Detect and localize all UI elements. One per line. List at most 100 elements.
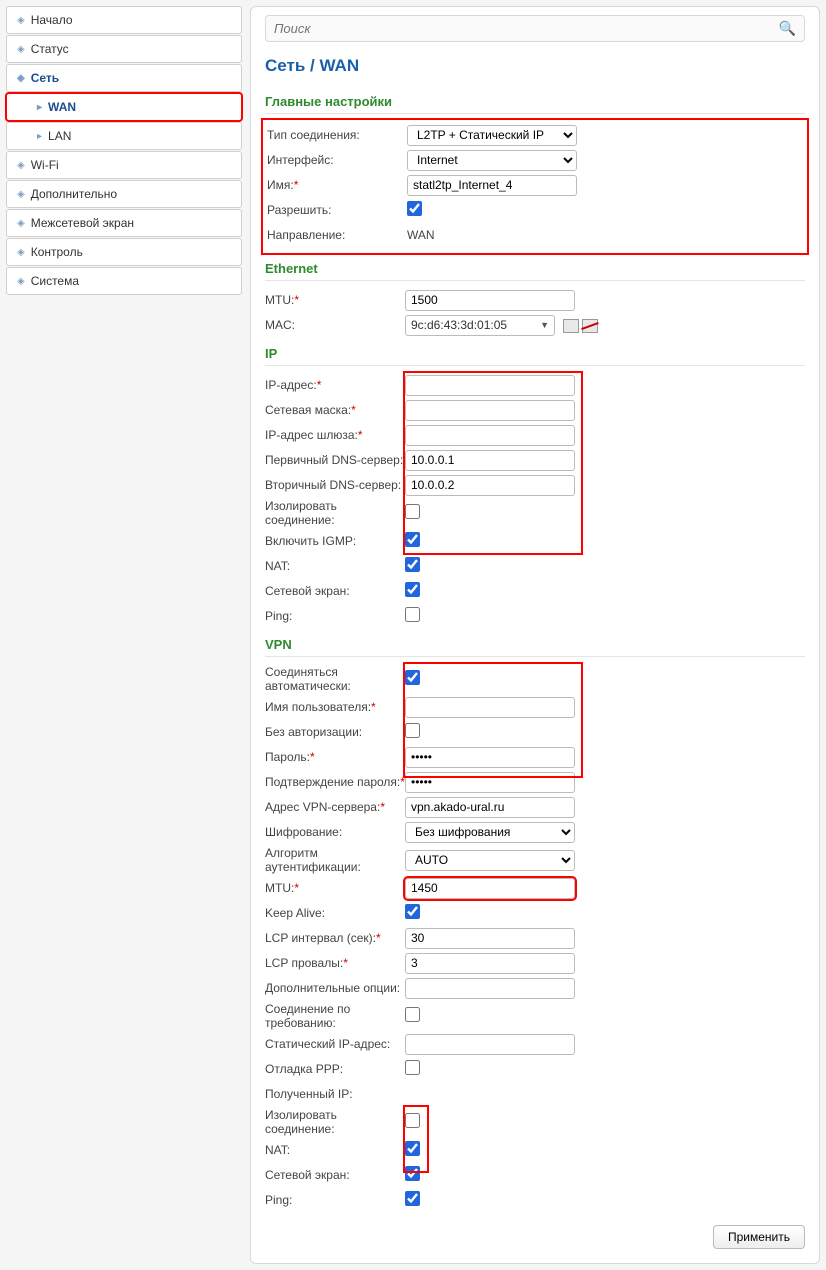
nav-label: Межсетевой экран (31, 216, 134, 230)
nav-label: WAN (48, 100, 76, 114)
vpn-auth-select[interactable]: AUTO (405, 850, 575, 871)
vpn-mtu-label: MTU:* (265, 881, 405, 895)
enable-checkbox[interactable] (407, 201, 422, 216)
iface-select[interactable]: Internet (407, 150, 577, 171)
nav-wan[interactable]: ▸WAN (6, 93, 242, 121)
iface-label: Интерфейс: (267, 153, 407, 167)
conn-type-label: Тип соединения: (267, 128, 407, 142)
nav-label: Начало (31, 13, 73, 27)
section-main: Главные настройки (265, 94, 805, 114)
vpn-auth-label: Алгоритм аутентификации: (265, 846, 405, 874)
lcp-int-label: LCP интервал (сек):* (265, 931, 405, 945)
nav-status[interactable]: ◈ Статус (6, 35, 242, 63)
dns1-input[interactable] (405, 450, 575, 471)
lcp-fail-input[interactable] (405, 953, 575, 974)
nav-firewall[interactable]: ◈ Межсетевой экран (6, 209, 242, 237)
ip-isolate-checkbox[interactable] (405, 504, 420, 519)
nav-label: Сеть (31, 71, 59, 85)
conn-type-select[interactable]: L2TP + Статический IP (407, 125, 577, 146)
ondemand-checkbox[interactable] (405, 1007, 420, 1022)
section-ethernet: Ethernet (265, 261, 805, 281)
search-input[interactable] (274, 21, 779, 36)
keepalive-label: Keep Alive: (265, 906, 405, 920)
ip-fw-checkbox[interactable] (405, 582, 420, 597)
search-icon[interactable]: 🔍 (779, 20, 796, 37)
igmp-label: Включить IGMP: (265, 534, 405, 548)
vpn-fw-label: Сетевой экран: (265, 1168, 405, 1182)
direction-value: WAN (407, 228, 435, 242)
keepalive-checkbox[interactable] (405, 904, 420, 919)
vpn-auto-checkbox[interactable] (405, 670, 420, 685)
name-input[interactable] (407, 175, 577, 196)
mac-select[interactable]: 9c:d6:43:3d:01:05▼ (405, 315, 555, 336)
search-box: 🔍 (265, 15, 805, 42)
nav-label: Контроль (31, 245, 83, 259)
nav-label: Wi-Fi (31, 158, 59, 172)
extra-input[interactable] (405, 978, 575, 999)
chevron-right-icon: ▸ (37, 131, 42, 142)
breadcrumb: Сеть / WAN (265, 56, 805, 76)
main-panel: 🔍 Сеть / WAN Главные настройки Тип соеди… (250, 6, 820, 1264)
nav-label: Статус (31, 42, 69, 56)
nav-lan[interactable]: ▸ LAN (6, 122, 242, 150)
chevron-icon: ◈ (17, 218, 25, 229)
ip-gw-input[interactable] (405, 425, 575, 446)
lcp-int-input[interactable] (405, 928, 575, 949)
vpn-user-input[interactable] (405, 697, 575, 718)
vpn-pass2-label: Подтверждение пароля:* (265, 775, 405, 789)
ip-gw-label: IP-адрес шлюза:* (265, 428, 405, 442)
nav-label: LAN (48, 129, 71, 143)
vpn-fw-checkbox[interactable] (405, 1166, 420, 1181)
section-ip: IP (265, 346, 805, 366)
ip-mask-label: Сетевая маска:* (265, 403, 405, 417)
ip-ping-label: Ping: (265, 609, 405, 623)
ip-nat-checkbox[interactable] (405, 557, 420, 572)
ondemand-label: Соединение по требованию: (265, 1002, 405, 1030)
nav-label: Дополнительно (31, 187, 117, 201)
dns2-label: Вторичный DNS-сервер: (265, 478, 405, 492)
chevron-icon: ◈ (17, 15, 25, 26)
ip-ping-checkbox[interactable] (405, 607, 420, 622)
nav-control[interactable]: ◈Контроль (6, 238, 242, 266)
name-label: Имя:* (267, 178, 407, 192)
vpn-pass2-input[interactable] (405, 772, 575, 793)
nav-system[interactable]: ◈ Система (6, 267, 242, 295)
ppp-debug-checkbox[interactable] (405, 1060, 420, 1075)
apply-button[interactable]: Применить (713, 1225, 805, 1249)
ppp-debug-label: Отладка PPP: (265, 1062, 405, 1076)
vpn-noauth-label: Без авторизации: (265, 725, 405, 739)
nav-wifi[interactable]: ◈Wi-Fi (6, 151, 242, 179)
chevron-icon: ◈ (17, 44, 25, 55)
vpn-ping-checkbox[interactable] (405, 1191, 420, 1206)
chevron-icon: ◈ (17, 73, 25, 84)
nav-home[interactable]: ◈ Начало (6, 6, 242, 34)
eth-mtu-input[interactable] (405, 290, 575, 311)
nav-label: Система (31, 274, 79, 288)
mac-label: MAC: (265, 318, 405, 332)
igmp-checkbox[interactable] (405, 532, 420, 547)
vpn-ping-label: Ping: (265, 1193, 405, 1207)
vpn-server-input[interactable] (405, 797, 575, 818)
ip-addr-input[interactable] (405, 375, 575, 396)
dns2-input[interactable] (405, 475, 575, 496)
vpn-isolate-checkbox[interactable] (405, 1113, 420, 1128)
vpn-nat-checkbox[interactable] (405, 1141, 420, 1156)
mac-icons (563, 319, 598, 333)
sidebar: ◈Начало ◈Статус ◈Сеть ▸WAN ▸LAN ◈Wi-Fi ◈… (6, 6, 242, 1264)
extra-label: Дополнительные опции: (265, 981, 405, 995)
vpn-enc-select[interactable]: Без шифрования (405, 822, 575, 843)
nav-network[interactable]: ◈ Сеть (6, 64, 242, 92)
vpn-pass-input[interactable] (405, 747, 575, 768)
clone-mac-icon[interactable] (563, 319, 579, 333)
chevron-icon: ◈ (17, 276, 25, 287)
enable-label: Разрешить: (267, 203, 407, 217)
vpn-user-label: Имя пользователя:* (265, 700, 405, 714)
got-ip-label: Полученный IP: (265, 1087, 405, 1101)
eth-mtu-label: MTU:* (265, 293, 405, 307)
static-ip-input[interactable] (405, 1034, 575, 1055)
vpn-mtu-input[interactable] (405, 878, 575, 899)
nav-advanced[interactable]: ◈Дополнительно (6, 180, 242, 208)
ip-mask-input[interactable] (405, 400, 575, 421)
vpn-noauth-checkbox[interactable] (405, 723, 420, 738)
clear-mac-icon[interactable] (582, 319, 598, 333)
